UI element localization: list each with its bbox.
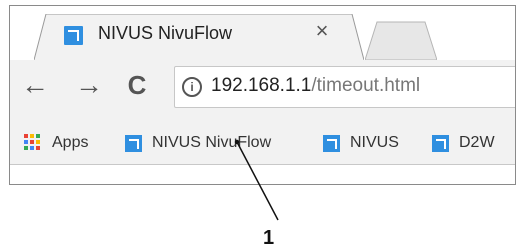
browser-window: NIVUS NivuFlow × ← → C i 192.168.1.1/tim… bbox=[9, 5, 516, 185]
apps-grid-icon bbox=[24, 134, 42, 152]
bookmark-label: NIVUS NivuFlow bbox=[152, 134, 272, 151]
page-content-area bbox=[10, 164, 515, 184]
url-host: 192.168.1.1 bbox=[211, 75, 312, 96]
nivus-favicon-icon bbox=[125, 134, 142, 152]
address-bar[interactable]: i 192.168.1.1/timeout.html bbox=[174, 66, 515, 108]
bookmark-label: NIVUS bbox=[350, 134, 399, 151]
bookmark-nivus-nivuflow[interactable]: NIVUS NivuFlow bbox=[125, 132, 271, 154]
tab-title: NIVUS NivuFlow bbox=[98, 23, 233, 43]
new-tab-button[interactable] bbox=[364, 20, 438, 61]
reload-button[interactable]: C bbox=[121, 69, 153, 101]
bookmark-label: D2W bbox=[459, 134, 495, 151]
nivus-favicon-icon bbox=[323, 134, 340, 152]
back-button[interactable]: ← bbox=[19, 69, 51, 101]
url-text: 192.168.1.1/timeout.html bbox=[211, 75, 420, 97]
bookmark-d2w[interactable]: D2W bbox=[432, 132, 495, 154]
bookmark-nivus[interactable]: NIVUS bbox=[323, 132, 399, 154]
forward-button[interactable]: → bbox=[73, 69, 105, 101]
info-icon[interactable]: i bbox=[182, 77, 202, 97]
bookmark-label: Apps bbox=[52, 134, 89, 151]
callout-number: 1 bbox=[263, 227, 275, 249]
bookmark-apps[interactable]: Apps bbox=[24, 132, 88, 154]
nivus-favicon-icon bbox=[432, 134, 449, 152]
url-path: /timeout.html bbox=[311, 75, 421, 96]
close-tab-icon[interactable]: × bbox=[310, 19, 334, 43]
nivus-favicon-icon bbox=[64, 26, 83, 45]
